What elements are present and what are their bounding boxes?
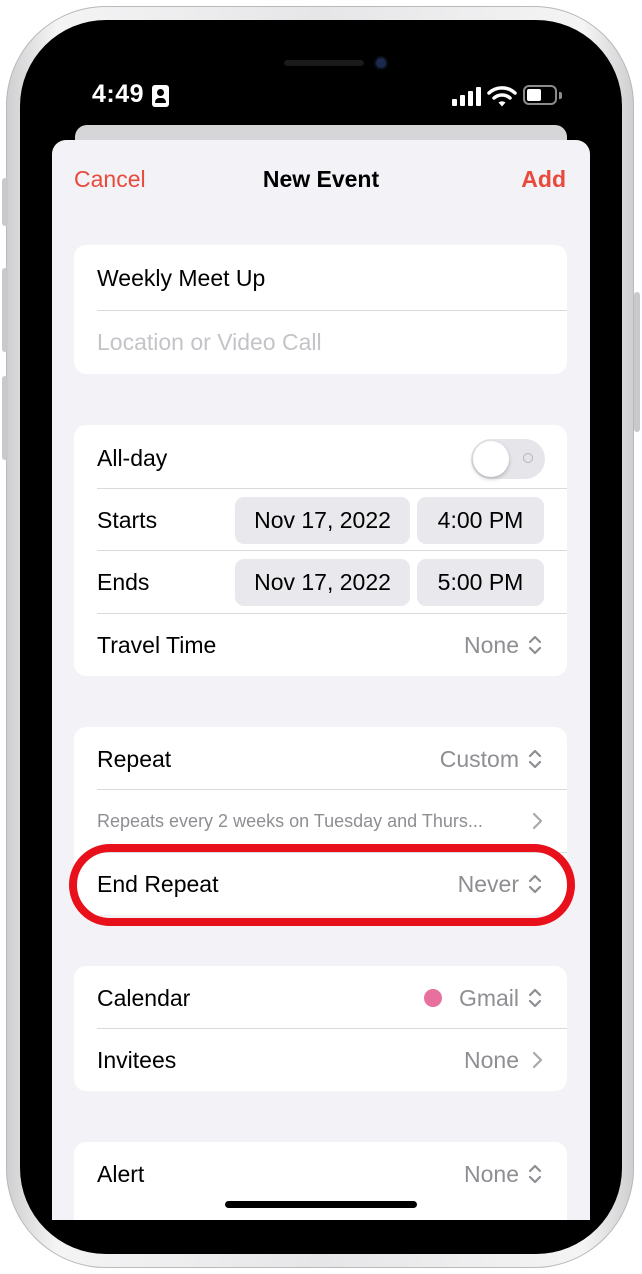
home-indicator[interactable] — [225, 1201, 417, 1208]
chevron-right-icon — [532, 812, 543, 830]
side-button-volume-up — [2, 268, 8, 352]
repeat-summary-row[interactable]: Repeats every 2 weeks on Tuesday and Thu… — [74, 790, 567, 852]
alert-row[interactable]: Alert None — [74, 1143, 567, 1205]
end-repeat-row[interactable]: End Repeat Never — [74, 853, 567, 915]
end-repeat-label: End Repeat — [97, 871, 219, 897]
calendar-color-dot — [424, 989, 442, 1007]
invitees-label: Invitees — [97, 1047, 177, 1073]
front-camera — [376, 58, 386, 68]
end-repeat-value: Never — [457, 871, 519, 897]
all-day-label: All-day — [97, 445, 168, 471]
ends-label: Ends — [97, 569, 150, 595]
ends-date-button[interactable]: Nov 17, 2022 — [235, 559, 410, 606]
repeat-summary-text: Repeats every 2 weeks on Tuesday and Thu… — [97, 811, 483, 831]
repeat-value: Custom — [439, 746, 519, 772]
chevron-right-icon — [532, 1051, 543, 1069]
repeat-label: Repeat — [97, 746, 172, 772]
ends-time-button[interactable]: 5:00 PM — [417, 559, 544, 606]
new-event-sheet: Cancel New Event Add Weekly Meet Up Loca… — [52, 140, 590, 1220]
event-title-field[interactable]: Weekly Meet Up — [74, 247, 567, 309]
all-day-row: All-day — [74, 427, 567, 489]
battery-tip — [559, 92, 562, 99]
status-time: 4:49 — [92, 80, 145, 108]
calendar-value: Gmail — [458, 985, 519, 1011]
alert-group: Alert None — [74, 1142, 567, 1220]
side-button-volume-down — [2, 376, 8, 460]
travel-time-row[interactable]: Travel Time None — [74, 614, 567, 676]
travel-time-label: Travel Time — [97, 632, 217, 658]
repeat-row[interactable]: Repeat Custom — [74, 728, 567, 790]
time-group: All-day Starts Nov 17, 2022 4:00 PM Ends… — [74, 425, 567, 676]
chevron-up-down-icon — [528, 635, 542, 655]
title-location-group: Weekly Meet Up Location or Video Call — [74, 245, 567, 374]
calendar-group: Calendar Gmail Invitees None — [74, 966, 567, 1091]
cellular-signal-icon — [452, 86, 482, 106]
earpiece-speaker — [284, 60, 364, 66]
chevron-up-down-icon — [528, 874, 542, 894]
side-button-mute — [2, 178, 8, 226]
invitees-row[interactable]: Invitees None — [74, 1029, 567, 1091]
alert-value: None — [464, 1161, 519, 1187]
add-button[interactable]: Add — [521, 166, 566, 193]
starts-date-button[interactable]: Nov 17, 2022 — [235, 497, 410, 544]
battery-icon — [523, 85, 557, 105]
event-title-text: Weekly Meet Up — [97, 265, 266, 291]
travel-time-value: None — [464, 632, 519, 658]
starts-row: Starts Nov 17, 2022 4:00 PM — [74, 489, 567, 551]
calendar-label: Calendar — [97, 985, 191, 1011]
starts-time-button[interactable]: 4:00 PM — [417, 497, 544, 544]
repeat-group: Repeat Custom Repeats every 2 weeks on T… — [74, 727, 567, 915]
all-day-toggle[interactable] — [471, 439, 545, 479]
chevron-up-down-icon — [528, 749, 542, 769]
location-placeholder: Location or Video Call — [97, 329, 322, 355]
contact-card-icon — [152, 85, 169, 107]
starts-label: Starts — [97, 507, 158, 533]
toggle-off-icon — [523, 453, 533, 463]
invitees-value: None — [464, 1047, 519, 1073]
wifi-icon — [487, 86, 517, 107]
side-button-power — [634, 292, 640, 432]
ends-row: Ends Nov 17, 2022 5:00 PM — [74, 551, 567, 613]
calendar-row[interactable]: Calendar Gmail — [74, 967, 567, 1029]
toggle-knob — [473, 441, 509, 477]
chevron-up-down-icon — [528, 988, 542, 1008]
page-title: New Event — [262, 166, 380, 192]
location-field[interactable]: Location or Video Call — [74, 311, 567, 373]
alert-label: Alert — [97, 1161, 145, 1187]
chevron-up-down-icon — [528, 1164, 542, 1184]
